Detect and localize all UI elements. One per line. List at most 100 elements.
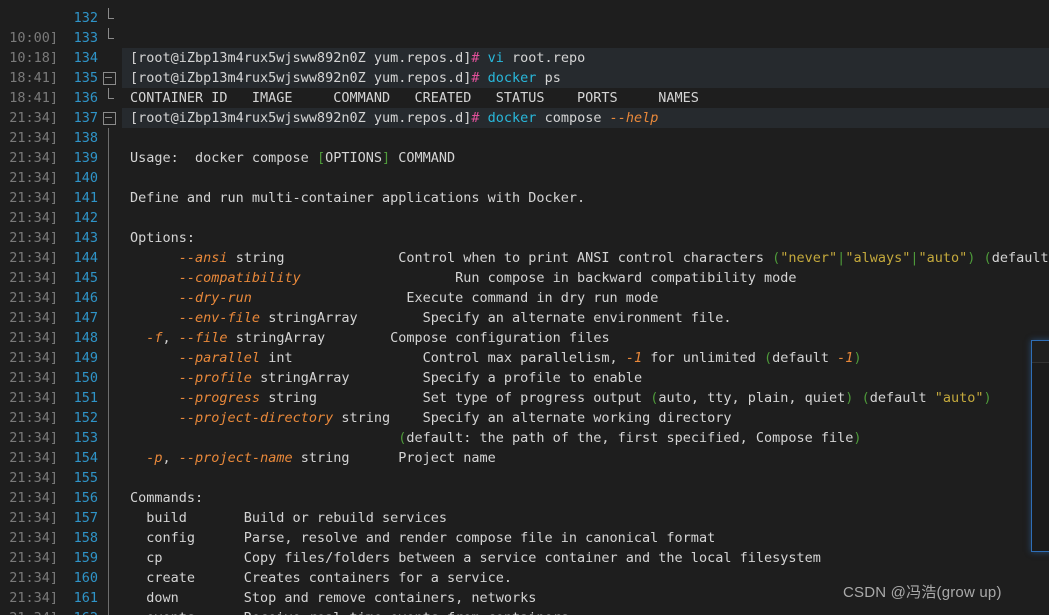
fold-toggle-icon[interactable]	[98, 68, 120, 88]
terminal-token: default	[772, 350, 838, 366]
line-number: 149	[73, 350, 98, 366]
terminal-token: ]	[381, 150, 391, 166]
line-timestamp: 21:34]	[9, 350, 58, 366]
terminal-token: (	[764, 350, 773, 366]
line-number: 145	[73, 270, 98, 286]
terminal-token: events Receive real time events from con…	[130, 610, 577, 615]
line-timestamp: 10:00]	[9, 30, 58, 46]
fold-guide-line-icon	[98, 288, 120, 308]
terminal-token: ,	[162, 450, 179, 466]
line-gutter: 21:34] 140	[0, 168, 122, 188]
fold-guide-line-icon	[98, 128, 120, 148]
fold-guide-line-icon	[98, 408, 120, 428]
line-timestamp: 21:34]	[9, 390, 58, 406]
terminal-output-row: 21:34] 153 (default: the path of the, fir…	[0, 428, 1049, 448]
terminal-window[interactable]: 132 10:00] 133 10:18] 134 [root@iZbp13m4rux5w…	[0, 0, 1049, 615]
terminal-token: "auto"	[934, 390, 984, 406]
line-gutter: 21:34] 158	[0, 528, 122, 548]
terminal-output-row: 21:34] 157 build Build or rebuild service…	[0, 508, 1049, 528]
terminal-line-content: --compatibility Run compose in backward …	[122, 268, 1049, 288]
line-number: 161	[73, 590, 98, 606]
terminal-line-content: [root@iZbp13m4rux5wjsww892n0Z yum.repos.…	[122, 108, 1049, 128]
terminal-token: "auto"	[918, 250, 968, 266]
fold-end-marker-icon	[98, 8, 120, 28]
terminal-line-content: Options:	[122, 228, 1049, 248]
terminal-token: #	[471, 70, 480, 86]
line-number: 140	[73, 170, 98, 186]
terminal-token: stringArray Compose configuration files	[227, 330, 610, 346]
terminal-token: Options:	[130, 230, 196, 246]
terminal-token: vi	[487, 50, 504, 66]
terminal-token: string Project name	[292, 450, 496, 466]
terminal-output-row: 21:34] 146 --dry-run Execute command in d…	[0, 288, 1049, 308]
terminal-token: --profile	[178, 370, 252, 386]
line-gutter: 21:34] 143	[0, 228, 122, 248]
line-gutter: 21:34] 157	[0, 508, 122, 528]
fold-guide-line-icon	[98, 388, 120, 408]
line-timestamp: 21:34]	[9, 250, 58, 266]
terminal-output-row: 21:34] 142	[0, 208, 1049, 228]
fold-guide-line-icon	[98, 208, 120, 228]
terminal-output-row: 21:34] 152 --project-directory string Spe…	[0, 408, 1049, 428]
line-timestamp: 21:34]	[0, 608, 62, 615]
line-gutter: 21:34] 142	[0, 208, 122, 228]
terminal-token: build Build or rebuild services	[130, 510, 447, 526]
terminal-token: (	[983, 250, 992, 266]
line-number: 144	[73, 250, 98, 266]
terminal-token: docker	[487, 70, 537, 86]
terminal-output-row: 21:34] 159 cp Copy files/folders between …	[0, 548, 1049, 568]
terminal-output-row: 21:34] 150 --profile stringArray Specify …	[0, 368, 1049, 388]
line-gutter: 21:34] 146	[0, 288, 122, 308]
terminal-token: )	[853, 430, 862, 446]
fold-guide-line-icon	[98, 328, 120, 348]
line-timestamp: 18:41]	[9, 70, 58, 86]
terminal-token: "always"	[845, 250, 911, 266]
line-gutter: 18:41] 136	[0, 88, 122, 108]
terminal-line-content	[122, 468, 1049, 488]
line-timestamp: 21:34]	[9, 230, 58, 246]
line-number: 134	[73, 50, 98, 66]
terminal-line-content: cp Copy files/folders between a service …	[122, 548, 1049, 568]
terminal-line-content: --ansi string Control when to print ANSI…	[122, 248, 1049, 268]
terminal-output-row: 21:34] 156 Commands:	[0, 488, 1049, 508]
terminal-token: [	[316, 150, 326, 166]
terminal-output-row: 21:34] 144 --ansi string Control when to …	[0, 248, 1049, 268]
line-number: 150	[73, 370, 98, 386]
line-timestamp: 21:34]	[9, 210, 58, 226]
terminal-line-content: Commands:	[122, 488, 1049, 508]
terminal-line-content: --progress string Set type of progress o…	[122, 388, 1049, 408]
line-number: 135	[73, 70, 98, 86]
fold-toggle-icon[interactable]	[98, 108, 120, 128]
terminal-token: CONTAINER ID IMAGE COMMAND CREATED STATU…	[130, 90, 699, 106]
terminal-output-row: 21:34] 141 Define and run multi-container …	[0, 188, 1049, 208]
line-gutter: 21:34] 155	[0, 468, 122, 488]
line-number: 155	[73, 470, 98, 486]
fold-guide-line-icon	[98, 228, 120, 248]
terminal-token: #	[471, 110, 480, 126]
line-gutter: 21:34] 154	[0, 448, 122, 468]
line-timestamp: 21:34]	[9, 590, 58, 606]
terminal-line-content	[122, 8, 1049, 28]
line-number: 160	[73, 570, 98, 586]
terminal-token: [root@iZbp13m4rux5wjsww892n0Z yum.repos.…	[130, 110, 472, 126]
terminal-output-row: 10:00] 133	[0, 28, 1049, 48]
terminal-line-content: --profile stringArray Specify a profile …	[122, 368, 1049, 388]
terminal-token: --dry-run	[178, 290, 252, 306]
terminal-line-content: -p, --project-name string Project name	[122, 448, 1049, 468]
terminal-line-content	[122, 208, 1049, 228]
line-gutter: 10:00] 133	[0, 28, 122, 48]
terminal-token: default	[991, 250, 1049, 266]
line-gutter: 21:34] 147	[0, 308, 122, 328]
terminal-line-content: -f, --file stringArray Compose configura…	[122, 328, 1049, 348]
terminal-output-row: 21:34]162 events Receive real time event…	[0, 608, 1049, 615]
terminal-token: COMMAND	[390, 150, 456, 166]
line-gutter: 21:34] 159	[0, 548, 122, 568]
terminal-token: --ansi	[178, 250, 228, 266]
terminal-token: --help	[609, 110, 659, 126]
floating-blue-panel[interactable]	[1031, 340, 1049, 552]
